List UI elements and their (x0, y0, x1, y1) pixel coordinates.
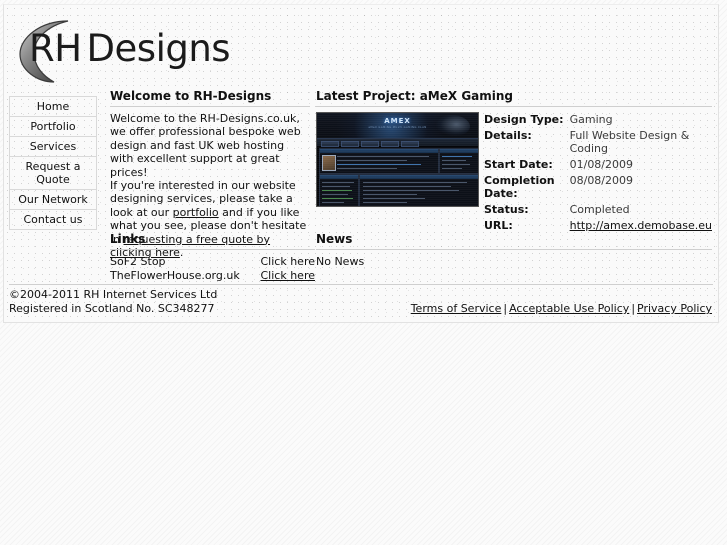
thumb-panel-main-top (319, 148, 439, 174)
acceptable-use-policy-link[interactable]: Acceptable Use Policy (509, 302, 629, 315)
news-body: No News (316, 255, 365, 268)
footer-links: Terms of Service | Acceptable Use Policy | P… (411, 302, 712, 316)
links-table: SoF2 Stop Click here TheFlowerHouse.org.… (110, 255, 315, 282)
thumb-site-logo: AMEX (384, 117, 411, 125)
main-navigation: Home Portfolio Services Request a Quote … (9, 96, 97, 230)
latest-project-divider (316, 106, 712, 107)
table-row: Status: Completed (484, 202, 712, 218)
page-container: RH Designs Home Portfolio Services Reques… (3, 4, 719, 323)
thumb-panel-main-bottom (359, 174, 478, 206)
copyright-text: ©2004-2011 RH Internet Services Ltd Regi… (9, 288, 217, 315)
footer-separator: | (503, 302, 508, 315)
terms-of-service-link[interactable]: Terms of Service (411, 302, 502, 315)
nav-item-request-a-quote[interactable]: Request a Quote (9, 156, 97, 189)
latest-project-body: AMEX aMeX GAMING MULTI GAMING CLAN Desig… (316, 112, 712, 232)
links-heading: Links (110, 232, 146, 246)
welcome-heading: Welcome to RH-Designs (110, 89, 272, 103)
thumb-site-tagline: aMeX GAMING MULTI GAMING CLAN (368, 126, 427, 129)
site-footer: ©2004-2011 RH Internet Services Ltd Regi… (4, 284, 718, 322)
project-row-key: Completion Date: (484, 174, 555, 200)
site-header: RH Designs (4, 5, 718, 89)
link-name: TheFlowerHouse.org.uk (110, 268, 240, 282)
welcome-divider (110, 106, 310, 107)
nav-item-services[interactable]: Services (9, 136, 97, 156)
latest-project-heading: Latest Project: aMeX Gaming (316, 89, 514, 103)
project-row-key: Start Date: (484, 158, 553, 171)
project-row-value: Full Website Design & Coding (569, 129, 690, 155)
project-url-link[interactable]: http://amex.demobase.eu (570, 219, 712, 232)
link-name: SoF2 Stop (110, 255, 166, 268)
links-section: Links SoF2 Stop Click here TheFlowerHous… (110, 232, 315, 282)
news-heading: News (316, 232, 353, 246)
logo-text-designs: Designs (86, 27, 231, 70)
project-row-value: 08/08/2009 (569, 174, 634, 187)
project-row-key: Details: (484, 129, 532, 142)
thumb-panel-head (360, 175, 478, 179)
list-item: SoF2 Stop Click here (110, 255, 315, 269)
news-section: News No News (316, 232, 712, 269)
list-item: TheFlowerHouse.org.uk Click here (110, 269, 315, 283)
link-action-sof2stop[interactable]: Click here (261, 255, 316, 268)
thumb-panel-sidebar (319, 174, 359, 206)
nav-item-home[interactable]: Home (9, 96, 97, 116)
thumb-dragon-graphic (436, 115, 470, 136)
copyright-line-2: Registered in Scotland No. SC348277 (9, 301, 215, 315)
thumb-navbar (317, 138, 478, 147)
table-row: Design Type: Gaming (484, 112, 712, 128)
links-divider (110, 249, 315, 250)
project-row-value: Completed (569, 203, 630, 216)
table-row: Completion Date: 08/08/2009 (484, 173, 712, 202)
link-action-theflowerhouse[interactable]: Click here (261, 269, 316, 282)
welcome-paragraph-1: Welcome to the RH-Designs.co.uk, we offe… (110, 112, 301, 179)
logo-text-rh: RH (29, 27, 82, 70)
news-divider (316, 249, 712, 250)
project-row-value: Gaming (569, 113, 613, 126)
table-row: Start Date: 01/08/2009 (484, 157, 712, 173)
site-logo[interactable]: RH Designs (9, 8, 269, 88)
footer-separator: | (631, 302, 636, 315)
thumb-panel-head (320, 149, 438, 153)
thumb-panel-head (440, 149, 478, 153)
link-action-cell: Click here (254, 269, 316, 283)
project-thumbnail[interactable]: AMEX aMeX GAMING MULTI GAMING CLAN (316, 112, 479, 207)
nav-item-contact-us[interactable]: Contact us (9, 209, 97, 230)
project-details-table: Design Type: Gaming Details: Full Websit… (484, 112, 712, 234)
footer-divider (9, 284, 713, 285)
project-row-key: Status: (484, 203, 529, 216)
portfolio-link[interactable]: portfolio (173, 206, 219, 219)
thumb-avatar (322, 155, 336, 171)
link-action-cell: Click here (254, 255, 316, 269)
copyright-line-1: ©2004-2011 RH Internet Services Ltd (9, 288, 218, 301)
thumb-panel-head (320, 175, 358, 179)
thumb-panel-side-top (439, 148, 478, 174)
project-row-value: 01/08/2009 (569, 158, 634, 171)
privacy-policy-link[interactable]: Privacy Policy (637, 302, 712, 315)
logo-wordmark: RH Designs (29, 27, 231, 71)
table-row: Details: Full Website Design & Coding (484, 128, 712, 157)
nav-item-our-network[interactable]: Our Network (9, 189, 97, 209)
nav-item-portfolio[interactable]: Portfolio (9, 116, 97, 136)
latest-project-section: Latest Project: aMeX Gaming AMEX aMeX GA… (316, 89, 712, 232)
thumb-banner: AMEX aMeX GAMING MULTI GAMING CLAN (317, 113, 478, 138)
project-row-key: Design Type: (484, 113, 564, 126)
